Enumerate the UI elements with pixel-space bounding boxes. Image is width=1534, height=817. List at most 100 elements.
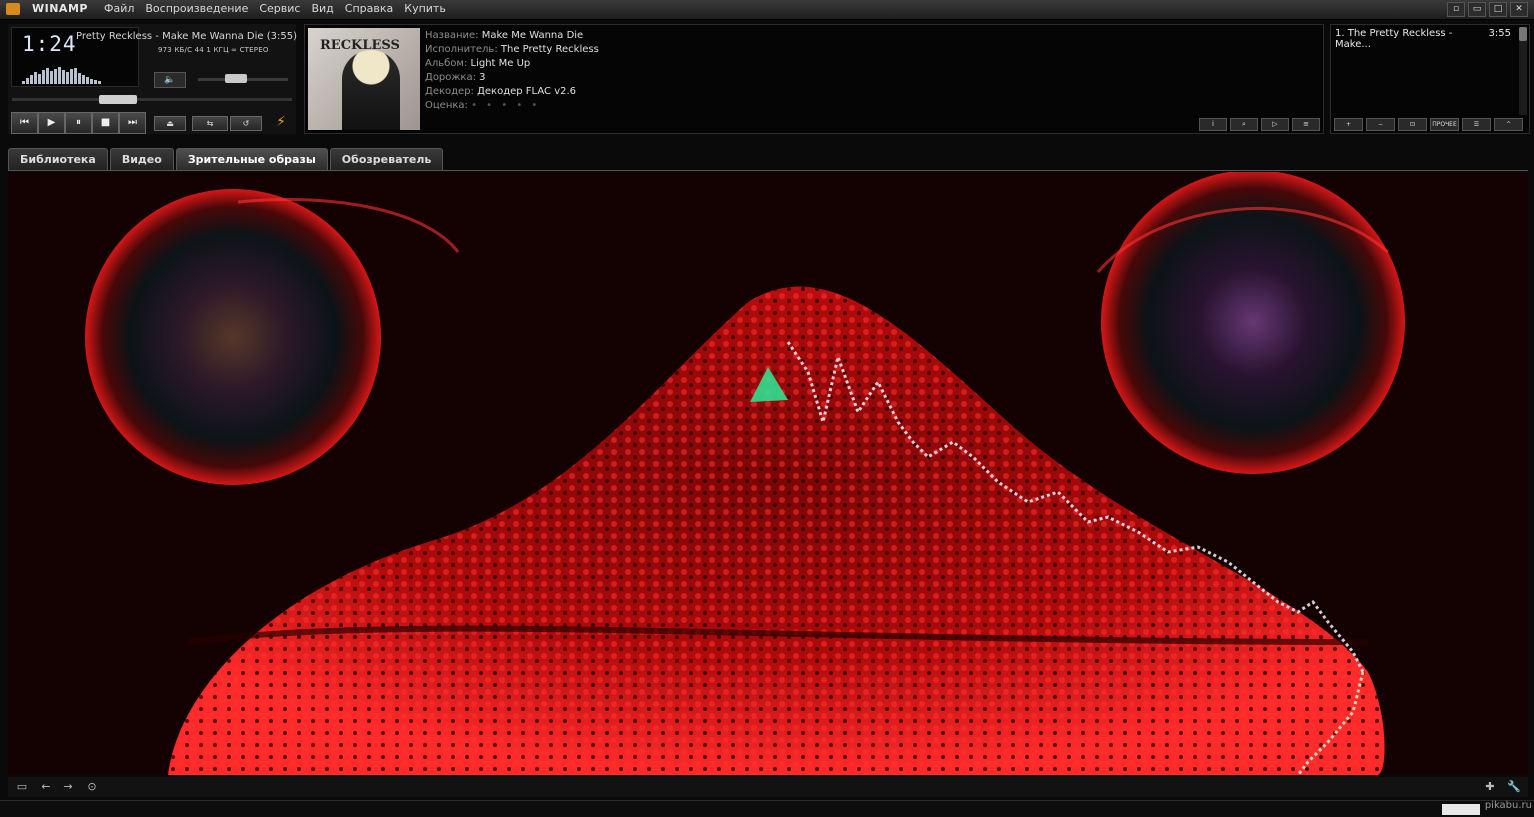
spectrum-bar bbox=[86, 77, 89, 84]
album-cover[interactable]: RECKLESS bbox=[308, 28, 420, 130]
track-title: Make Me Wanna Die bbox=[481, 30, 584, 41]
spectrum-bar bbox=[98, 81, 101, 84]
menu-buy[interactable]: Купить bbox=[404, 2, 446, 15]
search-button[interactable]: ⌕ bbox=[1230, 118, 1258, 131]
spectrum-bar bbox=[50, 71, 53, 84]
visualization-image bbox=[8, 172, 1528, 775]
spectrum-bar bbox=[66, 72, 69, 84]
spectrum-bar bbox=[82, 75, 85, 84]
plugin-icon[interactable]: ✚ bbox=[1482, 780, 1498, 793]
spectrum-bar bbox=[38, 74, 41, 84]
player-panel: 1:24 Pretty Reckless - Make Me Wanna Die… bbox=[8, 24, 298, 134]
repeat-button[interactable]: ↺ bbox=[230, 116, 262, 131]
info-buttons: i ⌕ ▷ ≡ bbox=[1199, 118, 1320, 131]
volume-icon[interactable]: 🔈 bbox=[154, 72, 186, 88]
minimize-button[interactable]: ▭ bbox=[1468, 2, 1486, 17]
tab-library[interactable]: Библиотека bbox=[8, 148, 108, 170]
playlist-buttons: + − ⊡ ПРОЧЕЕ ☰ ^ bbox=[1334, 118, 1523, 131]
spectrum-bar bbox=[22, 81, 25, 84]
stop-button[interactable]: ■ bbox=[92, 112, 119, 134]
playlist-collapse-button[interactable]: ^ bbox=[1494, 118, 1523, 131]
shuffle-button[interactable]: ⇆ bbox=[192, 116, 228, 131]
playlist-remove-button[interactable]: − bbox=[1366, 118, 1395, 131]
track-album: Light Me Up bbox=[470, 58, 531, 69]
cover-band-text: RECKLESS bbox=[320, 38, 400, 53]
spectrum-bar bbox=[90, 79, 93, 84]
tab-visualization[interactable]: Зрительные образы bbox=[175, 148, 328, 170]
camera-icon[interactable]: ⊙ bbox=[84, 780, 100, 793]
tab-video[interactable]: Видео bbox=[109, 148, 174, 170]
spectrum-bar bbox=[58, 67, 61, 84]
menu-bar: Файл Воспроизведение Сервис Вид Справка … bbox=[104, 2, 457, 15]
seek-bar[interactable] bbox=[12, 98, 292, 101]
title-label: Название: bbox=[425, 30, 479, 41]
play-button[interactable]: ▶ bbox=[38, 112, 65, 134]
previous-button[interactable]: ⏮ bbox=[11, 112, 38, 134]
playlist-list-button[interactable]: ☰ bbox=[1462, 118, 1491, 131]
playlist-item-duration: 3:55 bbox=[1488, 28, 1511, 39]
menu-help[interactable]: Справка bbox=[345, 2, 393, 15]
lightning-icon[interactable]: ⚡ bbox=[272, 115, 290, 129]
tab-divider bbox=[8, 170, 1528, 171]
playlist-select-button[interactable]: ⊡ bbox=[1398, 118, 1427, 131]
track-metadata: Название: Make Me Wanna Die Исполнитель:… bbox=[425, 29, 599, 113]
menu-button[interactable]: ≡ bbox=[1292, 118, 1320, 131]
playlist-item-label: 1. The Pretty Reckless - Make... bbox=[1335, 28, 1453, 50]
info-button[interactable]: i bbox=[1199, 118, 1227, 131]
seek-bar-knob[interactable] bbox=[99, 95, 138, 104]
spectrum-bar bbox=[70, 69, 73, 84]
menu-file[interactable]: Файл bbox=[104, 2, 134, 15]
close-button[interactable]: ✕ bbox=[1510, 2, 1528, 17]
bottom-toolbar: ▭ ← → ⊙ ✚ 🔧 bbox=[8, 777, 1528, 797]
spectrum-bar bbox=[42, 70, 45, 84]
track-info-panel: RECKLESS Название: Make Me Wanna Die Исп… bbox=[304, 24, 1324, 134]
track-number: 3 bbox=[479, 72, 486, 83]
visualization-canvas[interactable] bbox=[8, 172, 1528, 775]
tab-browser[interactable]: Обозреватель bbox=[329, 148, 444, 170]
shade-button[interactable]: ▫ bbox=[1447, 2, 1465, 17]
play-in-button[interactable]: ▷ bbox=[1261, 118, 1289, 131]
resize-grip[interactable] bbox=[1442, 804, 1480, 815]
spectrum-analyzer[interactable] bbox=[22, 66, 140, 84]
playlist-misc-button[interactable]: ПРОЧЕЕ bbox=[1430, 118, 1459, 131]
track-decoder: Декодер FLAC v2.6 bbox=[477, 86, 577, 97]
song-title-ticker: Pretty Reckless - Make Me Wanna Die (3:5… bbox=[76, 31, 298, 42]
toggle-view-icon[interactable]: ▭ bbox=[14, 780, 30, 793]
spectrum-bar bbox=[34, 72, 37, 84]
spectrum-bar bbox=[26, 78, 29, 84]
playlist-add-button[interactable]: + bbox=[1334, 118, 1363, 131]
decoder-label: Декодер: bbox=[425, 86, 474, 97]
maximize-button[interactable]: □ bbox=[1489, 2, 1507, 17]
pause-button[interactable]: ⏸ bbox=[65, 112, 92, 134]
rating-stars[interactable]: • • • • • bbox=[471, 100, 540, 111]
spectrum-bar bbox=[30, 75, 33, 84]
forward-arrow-icon[interactable]: → bbox=[60, 780, 76, 793]
spectrum-bar bbox=[74, 68, 77, 84]
track-number-label: Дорожка: bbox=[425, 72, 476, 83]
volume-slider-knob[interactable] bbox=[225, 74, 248, 83]
app-name: WINAMP bbox=[32, 2, 88, 15]
next-button[interactable]: ⏭ bbox=[119, 112, 146, 134]
playlist-panel: 1. The Pretty Reckless - Make... 3:55 + … bbox=[1330, 24, 1530, 134]
back-arrow-icon[interactable]: ← bbox=[38, 780, 54, 793]
playlist-scroll-thumb[interactable] bbox=[1519, 27, 1527, 41]
menu-tools[interactable]: Сервис bbox=[259, 2, 300, 15]
menu-view[interactable]: Вид bbox=[311, 2, 333, 15]
playlist-item[interactable]: 1. The Pretty Reckless - Make... 3:55 bbox=[1335, 28, 1511, 50]
status-bar bbox=[0, 800, 1534, 817]
tab-bar: Библиотека Видео Зрительные образы Обозр… bbox=[8, 148, 444, 170]
winamp-logo-icon[interactable] bbox=[6, 3, 20, 15]
title-bar: WINAMP Файл Воспроизведение Сервис Вид С… bbox=[0, 0, 1534, 20]
menu-playback[interactable]: Воспроизведение bbox=[145, 2, 248, 15]
bitrate-info: 973 КБ/С 44 1 КГЦ ∞ СТЕРЕО bbox=[158, 46, 269, 54]
settings-wrench-icon[interactable]: 🔧 bbox=[1506, 780, 1522, 793]
spectrum-bar bbox=[54, 69, 57, 84]
eject-button[interactable]: ⏏ bbox=[154, 116, 186, 131]
elapsed-time[interactable]: 1:24 bbox=[22, 32, 77, 56]
playlist-scrollbar[interactable] bbox=[1519, 27, 1527, 115]
window-controls: ▫ ▭ □ ✕ bbox=[1447, 2, 1528, 17]
track-artist: The Pretty Reckless bbox=[500, 44, 599, 55]
spectrum-bar bbox=[46, 68, 49, 84]
artist-label: Исполнитель: bbox=[425, 44, 498, 55]
spectrum-bar bbox=[94, 80, 97, 84]
